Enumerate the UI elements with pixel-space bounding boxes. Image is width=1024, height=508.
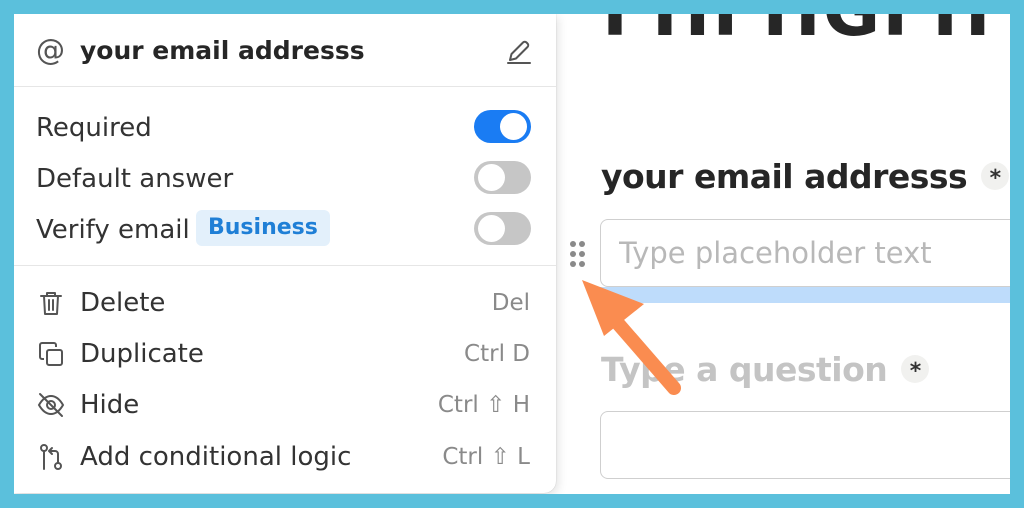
field-settings-popup: @ your email addresss Required Default a… (14, 14, 556, 493)
delete-label: Delete (80, 288, 166, 318)
question-title[interactable]: your email addresss * (601, 157, 1010, 196)
duplicate-shortcut: Ctrl D (464, 341, 530, 367)
eye-off-icon (37, 393, 65, 417)
option-default-answer: Default answer (14, 157, 556, 201)
hide-shortcut: Ctrl ⇧ H (437, 392, 530, 418)
conditional-logic-label: Add conditional logic (80, 442, 352, 472)
option-verify-email-label: Verify email (36, 215, 190, 245)
business-badge: Business (196, 210, 330, 246)
screenshot-frame: FHFHGFH your email addresss* Type a ques… (14, 14, 1010, 494)
menu-item-hide[interactable]: Hide Ctrl ⇧ H (14, 382, 556, 428)
option-verify-email: Verify email Business (14, 208, 556, 252)
menu-divider (14, 265, 556, 266)
verify-email-toggle[interactable] (474, 212, 531, 245)
required-mark: * (981, 161, 1010, 191)
popup-header: @ your email addresss (14, 14, 556, 87)
edit-pencil-icon[interactable] (504, 36, 534, 66)
conditional-logic-shortcut: Ctrl ⇧ L (442, 444, 530, 470)
menu-item-delete[interactable]: Delete Del (14, 280, 556, 326)
form-heading: FHFHGFH (602, 14, 993, 52)
menu-item-conditional-logic[interactable]: Add conditional logic Ctrl ⇧ L (14, 434, 556, 480)
at-icon: @ (36, 33, 65, 67)
option-default-answer-label: Default answer (36, 164, 234, 194)
menu-item-duplicate[interactable]: Duplicate Ctrl D (14, 331, 556, 377)
arrow-pointer-icon (582, 280, 681, 395)
required-mark-2: * (901, 354, 930, 384)
required-toggle[interactable] (474, 110, 531, 143)
hide-label: Hide (80, 390, 140, 420)
question-title-text: your email addresss (601, 157, 968, 196)
duplicate-label: Duplicate (80, 339, 204, 369)
drag-handle-icon[interactable] (570, 241, 586, 269)
field-name: your email addresss (80, 36, 365, 65)
frame-tab-bottom-left (283, 494, 307, 508)
branch-icon (40, 444, 62, 470)
frame-tab-top-left (283, 0, 307, 14)
question2-input-box[interactable] (600, 411, 1010, 479)
option-required-label: Required (36, 113, 152, 143)
delete-shortcut: Del (491, 290, 530, 316)
trash-icon (40, 292, 62, 315)
option-required: Required (14, 106, 556, 150)
duplicate-icon (39, 342, 63, 366)
default-answer-toggle[interactable] (474, 161, 531, 194)
